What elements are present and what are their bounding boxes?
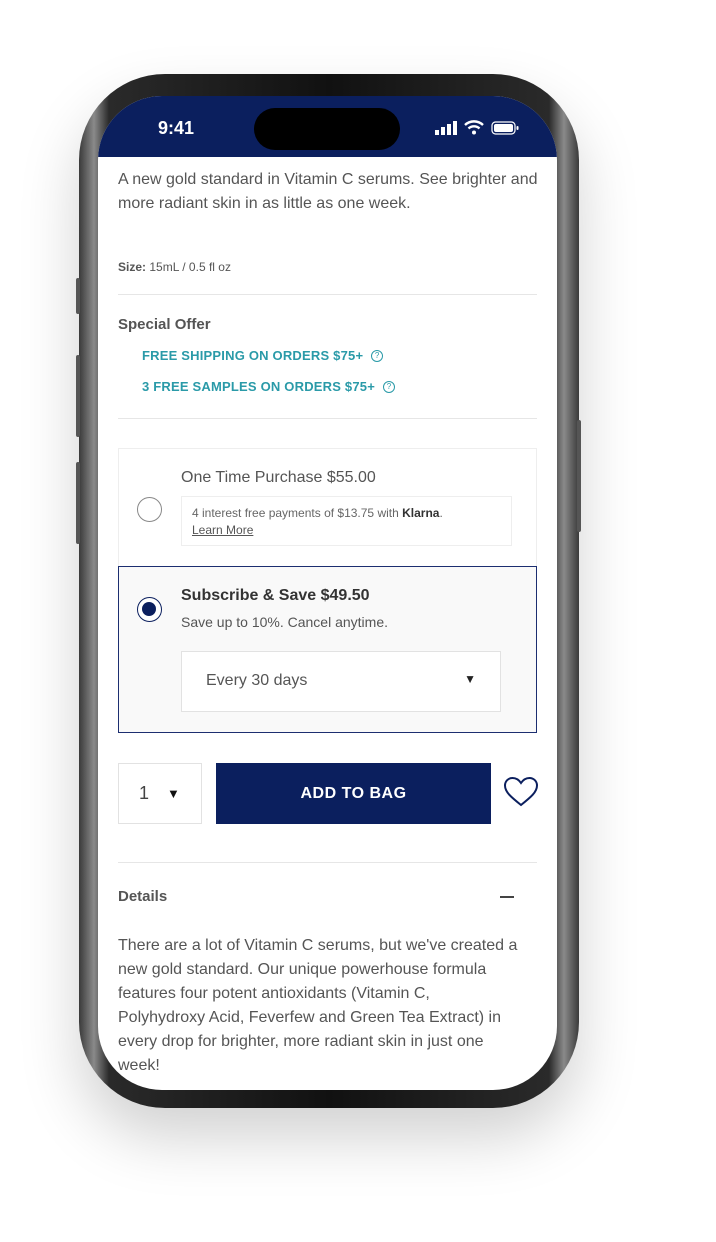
collapse-minus-icon[interactable] (500, 896, 514, 898)
action-button (76, 278, 80, 314)
klarna-text: 4 interest free payments of $13.75 with (192, 506, 403, 520)
learn-more-link[interactable]: Learn More (192, 523, 253, 537)
offer-label: FREE SHIPPING ON ORDERS $75+ (142, 348, 364, 363)
divider (118, 294, 537, 295)
status-time: 9:41 (158, 118, 195, 138)
option-one-time-purchase[interactable]: One Time Purchase $55.00 4 interest free… (118, 448, 537, 566)
volume-up-button (76, 355, 80, 437)
offer-label: 3 FREE SAMPLES ON ORDERS $75+ (142, 379, 376, 394)
add-to-bag-button[interactable]: ADD TO BAG (216, 763, 491, 824)
klarna-message: 4 interest free payments of $13.75 with … (181, 496, 512, 546)
klarna-period: . (439, 506, 443, 520)
radio-one-time[interactable] (137, 497, 162, 522)
dynamic-island (254, 108, 400, 150)
offer-free-samples[interactable]: 3 FREE SAMPLES ON ORDERS $75+? (142, 379, 396, 394)
offer-free-shipping[interactable]: FREE SHIPPING ON ORDERS $75+? (142, 348, 384, 363)
details-body: There are a lot of Vitamin C serums, but… (118, 937, 518, 1074)
divider (118, 418, 537, 419)
klarna-brand: Klarna (402, 506, 440, 520)
divider (118, 862, 537, 863)
question-circle-icon[interactable]: ? (371, 349, 384, 362)
product-description: A new gold standard in Vitamin C serums.… (118, 171, 538, 212)
size-label: Size: (118, 260, 147, 274)
frequency-value: Every 30 days (206, 672, 308, 689)
caret-down-icon: ▼ (167, 786, 180, 801)
option-subscribe-save[interactable]: Subscribe & Save $49.50 Save up to 10%. … (118, 566, 537, 733)
phone-screen: 9:41 A new gold standard in Vitamin C se… (98, 96, 557, 1090)
one-time-title: One Time Purchase $55.00 (181, 469, 376, 486)
power-button (577, 420, 581, 532)
subscribe-subtitle: Save up to 10%. Cancel anytime. (181, 614, 389, 630)
signal-icon (435, 120, 457, 135)
wifi-icon (464, 120, 484, 135)
size-value: 15mL / 0.5 fl oz (149, 260, 231, 274)
quantity-select[interactable]: 1 ▼ (118, 763, 202, 824)
details-title: Details (118, 888, 168, 905)
quantity-value: 1 (139, 783, 150, 803)
subscribe-title: Subscribe & Save $49.50 (181, 587, 370, 604)
question-circle-icon[interactable]: ? (383, 380, 396, 393)
battery-icon (491, 120, 519, 135)
product-size: Size: 15mL / 0.5 fl oz (118, 260, 231, 274)
frequency-select[interactable]: Every 30 days ▼ (181, 651, 501, 712)
status-bar: 9:41 (98, 96, 557, 157)
volume-down-button (76, 462, 80, 544)
special-offer-title: Special Offer (118, 316, 211, 333)
caret-down-icon: ▼ (464, 672, 476, 686)
wishlist-heart-icon[interactable] (503, 776, 539, 808)
radio-subscribe[interactable] (137, 597, 162, 622)
